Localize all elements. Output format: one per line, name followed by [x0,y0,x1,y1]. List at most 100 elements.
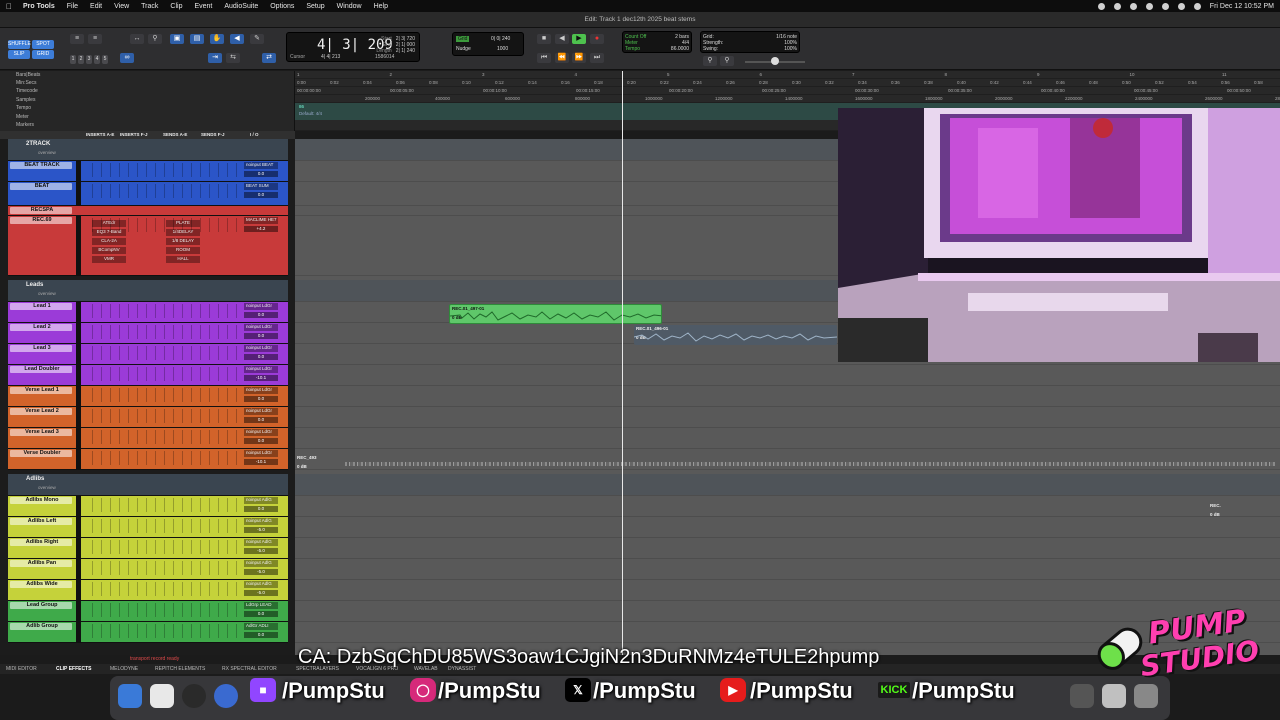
timecode-ruler[interactable]: 00:00:00:00 00:00:05:00 00:00:10:00 00:00:1… [295,87,1280,95]
go-to-end-icon[interactable]: ⏭ [590,53,604,63]
zoomer-tool-icon[interactable]: ↔ [130,34,144,44]
insert-slots[interactable] [92,163,242,177]
track-name[interactable]: Adlibs Wide [12,581,72,587]
track-volume[interactable]: +4.2 [244,226,278,232]
tab-melodyne[interactable]: MELODYNE [110,666,138,672]
track-row[interactable]: Adlibs Right noinput AdlG -5.0 [8,538,288,559]
mode-slip-button[interactable]: SLIP [8,50,30,59]
tab-rx-spectral-editor[interactable]: RX SPECTRAL EDITOR [222,666,277,672]
grabber-tool-icon[interactable]: ✋ [210,34,224,44]
track-view-selector[interactable]: overview [38,150,56,155]
insert-slots[interactable] [92,304,242,318]
tab-clip-effects[interactable]: CLIP EFFECTS [56,666,91,672]
track-io[interactable]: noinput LdGr [244,429,278,436]
quantize-controls[interactable]: Grid: 1/16 note Strength: 100% Swing: 100% [700,31,800,53]
track-volume[interactable]: 0.0 [244,396,278,402]
track-row[interactable]: BEAT TRACK noinput BEAT 0.0 [8,161,288,182]
track-lane[interactable] [295,407,1280,428]
stop-icon[interactable]: ■ [537,34,551,44]
wifi-icon[interactable] [1161,2,1169,10]
track-lane[interactable] [295,496,1280,517]
ruler-label-tempo[interactable]: Tempo [16,105,31,111]
track-volume[interactable]: -10.1 [244,459,278,465]
zoom-preset-5[interactable]: 5 [102,55,108,64]
send-slot[interactable]: 1/4DELAY [166,229,200,236]
zoom-preset-1[interactable]: 1 [70,55,76,64]
insert-slots[interactable] [92,451,242,465]
nudge-value[interactable]: 1000 [497,46,508,52]
mode-shuffle-button[interactable]: SHUFFLE [8,40,31,49]
track-volume[interactable]: -5.0 [244,527,278,533]
track-name[interactable]: Lead Group [12,602,72,608]
selector-tool-icon[interactable]: ▤ [190,34,204,44]
status-icon[interactable] [1097,2,1105,10]
track-name[interactable]: Adlib Group [12,623,72,629]
send-slot[interactable]: 1/8 DELAY [166,238,200,245]
apple-icon[interactable]:  [6,2,15,11]
track-row[interactable]: Lead 3 noinput LdGr 0.0 [8,344,288,365]
insert-plugin[interactable]: ATEdr [92,220,126,227]
scroll-slider-handle[interactable] [771,57,779,65]
mode-spot-button[interactable]: SPOT [32,40,54,49]
track-name[interactable]: Adlibs Left [12,518,72,524]
send-slot[interactable]: HALL [166,256,200,263]
grid-value[interactable]: 0| 0| 240 [491,36,510,42]
zoom-in-icon[interactable]: ≡ [88,34,102,44]
track-volume[interactable]: 0.0 [244,417,278,423]
track-lane[interactable] [295,559,1280,580]
track-name[interactable]: Lead 2 [12,324,72,330]
insert-slots[interactable] [92,184,242,198]
ruler-label-samples[interactable]: Samples [16,97,35,103]
menu-setup[interactable]: Setup [306,3,324,10]
track-lane[interactable] [295,386,1280,407]
zoom-out-icon[interactable]: ≡ [70,34,84,44]
track-name[interactable]: Verse Doubler [12,450,72,456]
battery-icon[interactable] [1145,2,1153,10]
ruler-label-meter[interactable]: Meter [16,114,29,120]
track-volume[interactable]: 0.0 [244,354,278,360]
length-value[interactable]: 2| 1| 240 [396,48,415,54]
link-icon[interactable]: ∞ [120,53,134,63]
ruler-label-markers[interactable]: Markers [16,122,34,128]
minsecs-ruler[interactable]: 0:00 0:02 0:04 0:06 0:08 0:10 0:12 0:14 0:16 0:18… [295,79,1280,87]
insert-slots[interactable] [92,540,242,554]
samples-ruler[interactable]: 200000 400000 600000 800000 1000000 1200000 14… [295,95,1280,103]
col-inserts-ae[interactable]: INSERTS A-E [86,132,114,137]
insert-plugin[interactable]: EQ3 7-Band [92,229,126,236]
track-row[interactable]: REC.69 MACLIME HE7 +4.2 ATEdr EQ3 7-Band CLA-… [8,216,288,276]
track-io[interactable]: noinput LdGr [244,345,278,352]
track-name[interactable]: Verse Lead 1 [12,387,72,393]
track-name[interactable]: Lead 3 [12,345,72,351]
track-name[interactable]: Verse Lead 2 [12,408,72,414]
safari-icon[interactable] [214,684,238,708]
track-lane[interactable] [295,580,1280,601]
menu-view[interactable]: View [114,3,129,10]
return-to-zero-icon[interactable]: ⏮ [537,53,551,63]
track-volume[interactable]: 0.0 [244,506,278,512]
tempo-label[interactable]: Tempo [625,46,640,52]
folder-track[interactable]: Leads overview [8,280,288,302]
insert-plugin[interactable]: VMR [92,256,126,263]
track-volume[interactable]: 0.0 [244,632,278,638]
track-name[interactable]: REC.69 [12,217,72,223]
play-icon[interactable]: ▶ [572,34,586,44]
send-slot[interactable]: PLATE [166,220,200,227]
track-io[interactable]: noinput LdGr [244,366,278,373]
track-volume[interactable]: 0.0 [244,192,278,198]
track-io[interactable]: noinput AdlG [244,560,278,567]
insert-slots[interactable] [92,325,242,339]
track-lane[interactable] [295,428,1280,449]
zoom-icon[interactable]: ⚲ [720,56,734,66]
track-io[interactable]: noinput AdlG [244,539,278,546]
zoom-preset-2[interactable]: 2 [78,55,84,64]
track-volume[interactable]: -5.0 [244,590,278,596]
menu-file[interactable]: File [67,3,78,10]
insert-plugin[interactable]: CLA-2A [92,238,126,245]
insert-slots[interactable] [92,498,242,512]
track-name[interactable]: Lead Doubler [12,366,72,372]
grid-nudge-box[interactable]: Grid 0| 0| 240 Nudge 1000 [452,32,524,56]
track-view-selector[interactable]: overview [38,291,56,296]
bars-ruler[interactable]: 1 2 3 4 5 6 7 8 9 10 11 [295,71,1280,79]
track-row[interactable]: Lead Group LdGrp LEAD 0.0 [8,601,288,622]
insert-slots[interactable] [92,388,242,402]
